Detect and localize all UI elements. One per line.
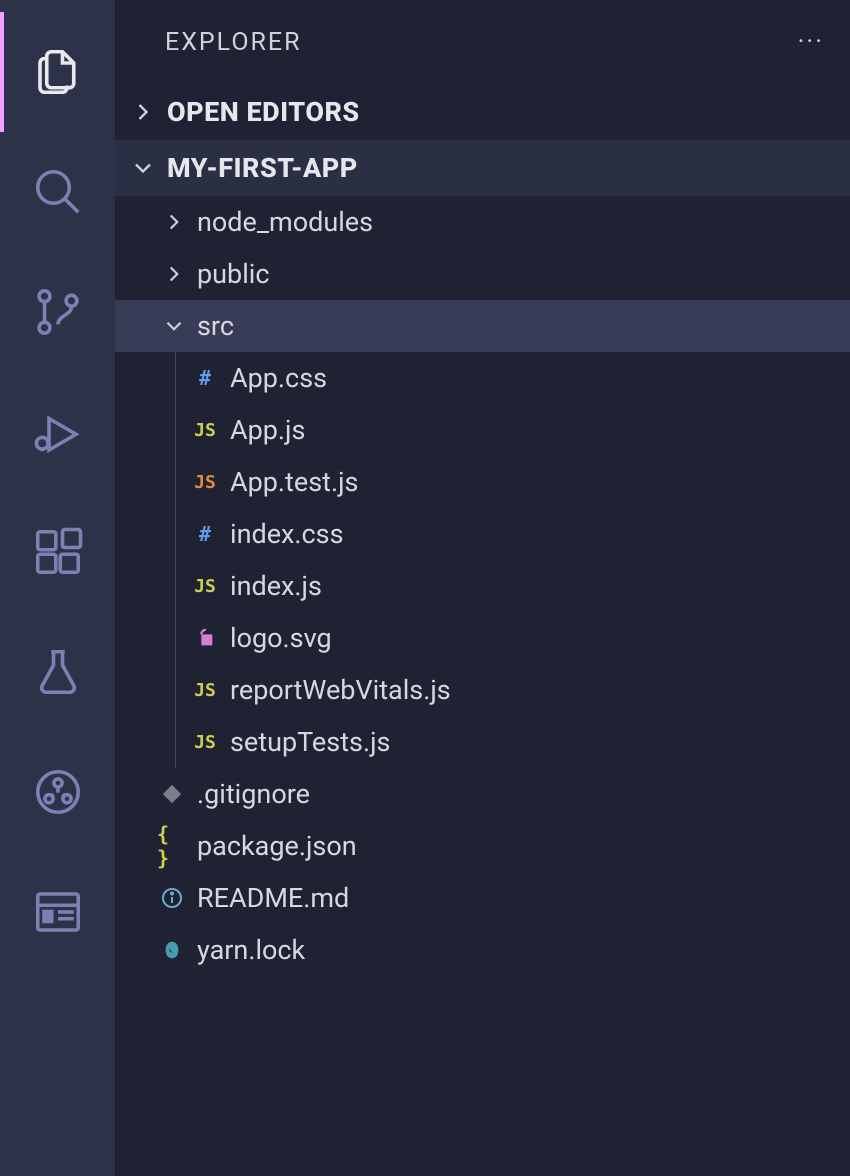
folder-label: public	[197, 258, 269, 290]
file-row[interactable]: JS index.js	[176, 560, 850, 612]
project-section[interactable]: MY-FIRST-APP	[115, 140, 850, 196]
git-circle-icon	[31, 765, 85, 819]
file-label: App.css	[230, 362, 327, 394]
file-label: .gitignore	[197, 778, 310, 810]
explorer-header: EXPLORER ···	[115, 0, 850, 84]
extensions-icon	[31, 525, 85, 579]
activity-source-control[interactable]	[0, 252, 115, 372]
folder-node-modules[interactable]: node_modules	[115, 196, 850, 248]
hash-icon: #	[190, 522, 220, 546]
activity-extensions[interactable]	[0, 492, 115, 612]
explorer-title: EXPLORER	[165, 28, 302, 57]
file-tree: node_modules public src # App.css JS App.js…	[115, 196, 850, 976]
braces-icon: { }	[157, 822, 187, 870]
hash-icon: #	[190, 366, 220, 390]
folder-public[interactable]: public	[115, 248, 850, 300]
file-label: App.js	[230, 414, 305, 446]
search-icon	[31, 165, 85, 219]
git-branch-icon	[31, 285, 85, 339]
layout-icon	[31, 885, 85, 939]
file-row[interactable]: # App.css	[176, 352, 850, 404]
git-icon	[157, 783, 187, 805]
file-row[interactable]: logo.svg	[176, 612, 850, 664]
file-label: logo.svg	[230, 622, 332, 654]
flask-icon	[31, 645, 85, 699]
chevron-down-icon	[161, 313, 187, 339]
file-label: package.json	[197, 830, 357, 862]
js-icon: JS	[190, 732, 220, 753]
root-children: .gitignore { } package.json README.md yarn.l…	[115, 768, 850, 976]
more-actions-button[interactable]: ···	[798, 27, 824, 57]
chevron-right-icon	[161, 209, 187, 235]
svg-icon	[190, 627, 220, 649]
project-name-label: MY-FIRST-APP	[167, 152, 358, 184]
open-editors-section[interactable]: OPEN EDITORS	[115, 84, 850, 140]
file-row[interactable]: JS App.test.js	[176, 456, 850, 508]
file-row[interactable]: .gitignore	[115, 768, 850, 820]
file-label: index.css	[230, 518, 344, 550]
js-icon: JS	[190, 680, 220, 701]
chevron-right-icon	[161, 261, 187, 287]
folder-label: node_modules	[197, 206, 373, 238]
file-row[interactable]: JS App.js	[176, 404, 850, 456]
yarn-icon	[157, 939, 187, 961]
info-icon	[157, 886, 187, 910]
file-label: yarn.lock	[197, 934, 305, 966]
activity-gitlens[interactable]	[0, 732, 115, 852]
activity-testing[interactable]	[0, 612, 115, 732]
activity-panel[interactable]	[0, 852, 115, 972]
file-row[interactable]: { } package.json	[115, 820, 850, 872]
file-row[interactable]: JS reportWebVitals.js	[176, 664, 850, 716]
js-icon: JS	[190, 576, 220, 597]
activity-bar	[0, 0, 115, 1176]
explorer-sidebar: EXPLORER ··· OPEN EDITORS MY-FIRST-APP n…	[115, 0, 850, 1176]
play-bug-icon	[31, 405, 85, 459]
file-label: README.md	[197, 882, 349, 914]
activity-search[interactable]	[0, 132, 115, 252]
file-row[interactable]: README.md	[115, 872, 850, 924]
activity-explorer[interactable]	[0, 12, 115, 132]
folder-label: src	[197, 310, 234, 342]
open-editors-label: OPEN EDITORS	[167, 96, 360, 128]
js-icon: JS	[190, 420, 220, 441]
file-label: index.js	[230, 570, 322, 602]
src-children: # App.css JS App.js JS App.test.js # index.css J…	[175, 352, 850, 768]
chevron-right-icon	[129, 98, 157, 126]
file-label: App.test.js	[230, 466, 359, 498]
chevron-down-icon	[129, 154, 157, 182]
file-label: setupTests.js	[230, 726, 390, 758]
files-icon	[31, 45, 85, 99]
js-test-icon: JS	[190, 472, 220, 493]
file-row[interactable]: # index.css	[176, 508, 850, 560]
file-label: reportWebVitals.js	[230, 674, 451, 706]
activity-run-debug[interactable]	[0, 372, 115, 492]
folder-src[interactable]: src	[115, 300, 850, 352]
file-row[interactable]: JS setupTests.js	[176, 716, 850, 768]
file-row[interactable]: yarn.lock	[115, 924, 850, 976]
